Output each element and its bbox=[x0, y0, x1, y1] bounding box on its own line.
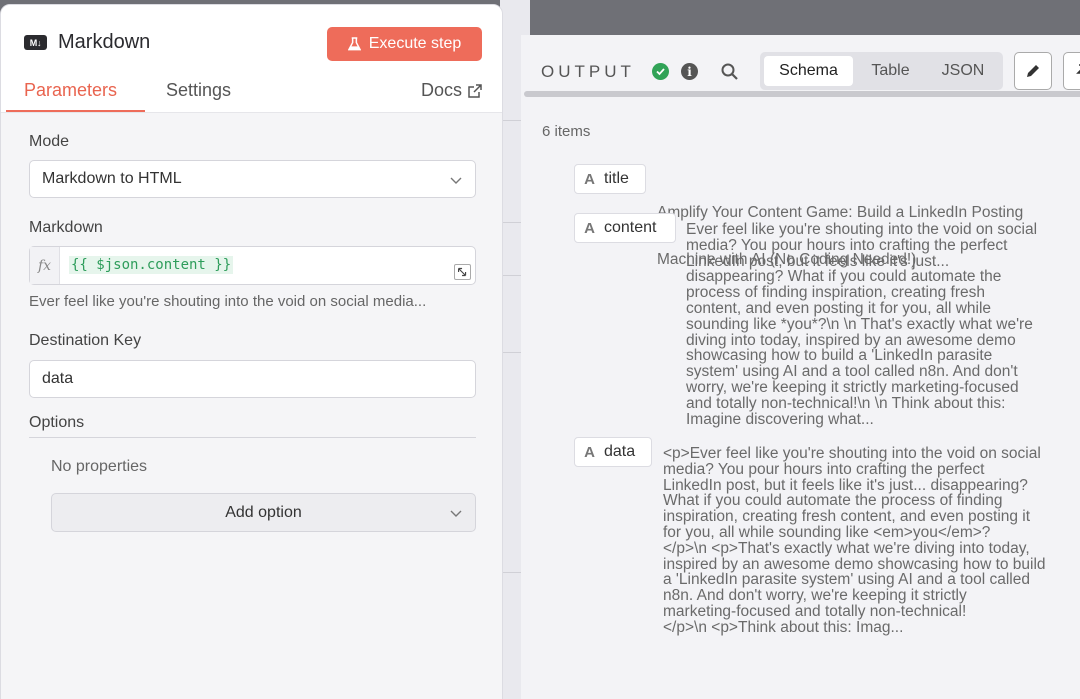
value-line: content, and even posting it for you, al… bbox=[686, 299, 992, 317]
markdown-expression-input[interactable]: fx {{ $json.content }} bbox=[29, 246, 476, 285]
expression-text: {{ $json.content }} bbox=[69, 256, 234, 274]
value-line: showcasing how to build a 'LinkedIn para… bbox=[686, 347, 993, 365]
node-title: M↓ Markdown bbox=[24, 31, 150, 54]
value-line: <p>Ever feel like you're shouting into t… bbox=[663, 445, 1041, 462]
mode-label: Mode bbox=[29, 133, 70, 150]
value-line: sounding like *you*?\n \n That's exactly… bbox=[686, 315, 1033, 333]
value-line: inspiration, creating fresh content, and… bbox=[663, 508, 1031, 526]
value-line: media? You pour hours into crafting the … bbox=[663, 460, 985, 478]
value-line: worry, we're keeping it strictly marketi… bbox=[686, 378, 1019, 396]
field-value-content: Ever feel like you're shouting into the … bbox=[686, 222, 1037, 427]
view-schema-button[interactable]: Schema bbox=[764, 56, 853, 86]
value-line: Amplify Your Content Game: Build a Linke… bbox=[657, 203, 1024, 221]
value-line: LinkedIn post, but it feels like it's ju… bbox=[686, 252, 950, 270]
value-line: What if you could automate the process o… bbox=[663, 492, 1003, 510]
value-line: Imagine discovering what... bbox=[686, 410, 874, 428]
schema-field-data[interactable]: A data bbox=[574, 437, 652, 467]
value-line: </p>\n <p>Think about this: Imag... bbox=[663, 618, 904, 636]
execute-step-button[interactable]: Execute step bbox=[327, 27, 482, 61]
value-line: n8n. And don't worry, we're keeping it s… bbox=[663, 587, 967, 605]
view-json-button[interactable]: JSON bbox=[928, 56, 998, 86]
string-type-icon: A bbox=[584, 443, 595, 461]
value-line: diving into today, inspired by an awesom… bbox=[686, 331, 1016, 349]
options-label: Options bbox=[29, 414, 85, 431]
value-line: LinkedIn post, but it feels like it's ju… bbox=[663, 476, 1028, 494]
panel-header: M↓ Markdown Execute step Parameters Sett… bbox=[1, 5, 502, 113]
value-line: </p>\n <p>That's exactly what we're divi… bbox=[663, 539, 1030, 557]
expand-editor-icon[interactable] bbox=[454, 264, 471, 280]
node-title-text: Markdown bbox=[58, 31, 151, 53]
destination-key-label: Destination Key bbox=[29, 332, 142, 349]
tab-settings[interactable]: Settings bbox=[166, 80, 231, 101]
destination-key-input[interactable]: data bbox=[29, 360, 476, 398]
field-key: data bbox=[604, 443, 636, 460]
value-line: Ever feel like you're shouting into the … bbox=[686, 221, 1038, 238]
output-title: OUTPUT bbox=[541, 62, 635, 81]
output-view-switcher: Schema Table JSON bbox=[760, 52, 1003, 90]
pin-data-button[interactable] bbox=[1063, 52, 1080, 90]
value-line: and totally non-technical!\n \n Think ab… bbox=[686, 394, 1006, 412]
value-line: a 'LinkedIn parasite system' using AI an… bbox=[663, 571, 1030, 589]
value-line: media? You pour hours into crafting the … bbox=[686, 236, 1008, 254]
string-type-icon: A bbox=[584, 170, 595, 188]
horizontal-scrollbar[interactable] bbox=[524, 91, 1080, 97]
external-link-icon bbox=[468, 83, 482, 98]
schema-field-content[interactable]: A content bbox=[574, 213, 676, 243]
edit-output-button[interactable] bbox=[1014, 52, 1052, 90]
fx-icon: fx bbox=[30, 247, 60, 284]
destination-key-value: data bbox=[42, 370, 74, 387]
node-parameters-panel: M↓ Markdown Execute step Parameters Sett… bbox=[0, 4, 503, 699]
schema-field-title[interactable]: A title bbox=[574, 164, 646, 194]
markdown-icon: M↓ bbox=[24, 35, 47, 50]
value-line: inspired by an awesome demo showcasing h… bbox=[663, 555, 1046, 573]
search-icon[interactable] bbox=[720, 62, 739, 81]
active-tab-indicator bbox=[6, 110, 145, 112]
view-table-button[interactable]: Table bbox=[853, 56, 928, 86]
check-circle-icon bbox=[652, 63, 669, 80]
value-line: marketing-focused and totally non-techni… bbox=[663, 602, 967, 620]
options-divider bbox=[29, 437, 476, 438]
expression-preview: Ever feel like you're shouting into the … bbox=[29, 293, 427, 310]
pin-icon bbox=[1076, 64, 1080, 74]
value-line: disappearing? What if you could automate… bbox=[686, 268, 1002, 286]
field-key: title bbox=[604, 170, 629, 187]
string-type-icon: A bbox=[584, 219, 595, 237]
value-line: process of finding inspiration, creating… bbox=[686, 284, 985, 302]
flask-icon bbox=[347, 37, 361, 51]
field-key: content bbox=[604, 219, 657, 236]
items-count: 6 items bbox=[542, 123, 591, 140]
execute-step-label: Execute step bbox=[368, 35, 462, 52]
no-properties-text: No properties bbox=[51, 458, 148, 475]
panel-tabs: Parameters Settings Docs bbox=[1, 77, 502, 113]
output-panel: OUTPUT i Schema Table JSON 6 items A tit… bbox=[521, 35, 1080, 699]
tab-parameters[interactable]: Parameters bbox=[24, 80, 117, 101]
markdown-label: Markdown bbox=[29, 219, 103, 236]
add-option-select[interactable]: Add option bbox=[51, 493, 476, 532]
value-line: system' using AI and a tool called n8n. … bbox=[686, 363, 1018, 381]
add-option-label: Add option bbox=[225, 503, 302, 521]
info-icon[interactable]: i bbox=[681, 63, 698, 80]
pencil-icon bbox=[1027, 65, 1039, 77]
mode-select[interactable]: Markdown to HTML bbox=[29, 160, 476, 198]
value-line: for you, all while sounding like <em>you… bbox=[663, 523, 991, 541]
docs-link[interactable]: Docs bbox=[421, 80, 482, 101]
chevron-down-icon bbox=[450, 510, 462, 517]
chevron-down-icon bbox=[450, 177, 462, 184]
mode-value: Markdown to HTML bbox=[42, 170, 182, 187]
field-value-data: <p>Ever feel like you're shouting into t… bbox=[663, 446, 1046, 636]
docs-label: Docs bbox=[420, 80, 462, 100]
